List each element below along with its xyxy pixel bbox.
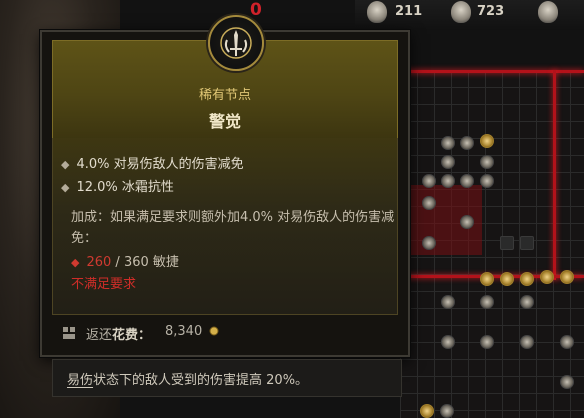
board-node[interactable]	[520, 236, 534, 250]
board-node[interactable]	[441, 155, 455, 169]
board-node[interactable]	[520, 335, 534, 349]
keyword-description: 易伤状态下的敌人受到的伤害提高 20%。	[52, 359, 402, 397]
demon-icon	[538, 1, 558, 23]
stat-line: ◆ 4.0% 对易伤敌人的伤害减免	[61, 157, 244, 172]
board-node[interactable]	[422, 174, 436, 188]
requirement-line: ◆ 260 / 360 敏捷	[71, 255, 179, 270]
board-node[interactable]	[480, 174, 494, 188]
board-border-line	[400, 70, 584, 73]
stat-bullets: ◆ 4.0% 对易伤敌人的伤害减免 ◆ 12.0% 冰霜抗性	[61, 153, 244, 199]
tooltip-header: 稀有节点 警觉	[52, 15, 398, 152]
board-node[interactable]	[480, 134, 494, 148]
board-node[interactable]	[560, 335, 574, 349]
refund-cost: 返还花费： 8,340	[52, 322, 396, 344]
board-node[interactable]	[440, 404, 454, 418]
keyboard-key-icon	[63, 327, 75, 339]
bonus-text: 加成：如果满足要求则额外加4.0% 对易伤敌人的伤害减免：	[71, 210, 395, 246]
bullet-icon: ◆	[61, 158, 70, 171]
board-node[interactable]	[460, 174, 474, 188]
skull-icon	[367, 1, 387, 23]
board-node[interactable]	[460, 215, 474, 229]
keyword-term[interactable]: 易伤	[67, 373, 93, 388]
requirement-required: 360	[123, 255, 149, 270]
board-node[interactable]	[480, 272, 494, 286]
board-node[interactable]	[500, 272, 514, 286]
board-node[interactable]	[422, 236, 436, 250]
board-node[interactable]	[441, 295, 455, 309]
resource-bar: 211 723	[355, 0, 584, 30]
node-title: 警觉	[208, 112, 241, 131]
node-rarity: 稀有节点	[198, 88, 251, 103]
refund-label: 返还花费：	[86, 328, 152, 343]
keyword-description-text: 易伤状态下的敌人受到的伤害提高 20%。	[67, 373, 309, 388]
stat-value: 723	[477, 4, 505, 19]
board-node[interactable]	[480, 335, 494, 349]
sword-crest-icon	[208, 15, 264, 71]
stat-line: ◆ 12.0% 冰霜抗性	[61, 180, 174, 195]
board-node[interactable]	[441, 335, 455, 349]
board-node[interactable]	[480, 155, 494, 169]
board-node[interactable]	[500, 236, 514, 250]
requirement-stat: 敏捷	[152, 255, 179, 270]
bullet-icon: ◆	[61, 181, 70, 194]
node-tooltip: 稀有节点 警觉 ◆ 4.0% 对易伤敌人的伤害减免 ◆ 12.0% 冰霜抗性 加成：…	[40, 15, 410, 357]
board-node[interactable]	[420, 404, 434, 418]
board-node[interactable]	[560, 270, 574, 284]
requirement-warning: 不满足要求	[71, 277, 137, 292]
helm-icon	[451, 1, 471, 23]
board-node[interactable]	[520, 295, 534, 309]
board-node[interactable]	[540, 270, 554, 284]
board-node[interactable]	[441, 174, 455, 188]
board-node[interactable]	[460, 136, 474, 150]
board-border-line	[553, 70, 556, 280]
stat-value: 211	[395, 4, 423, 19]
board-node[interactable]	[520, 272, 534, 286]
board-node[interactable]	[422, 196, 436, 210]
bullet-icon: ◆	[71, 256, 80, 269]
board-node[interactable]	[480, 295, 494, 309]
refund-value: 8,340	[165, 324, 203, 339]
board-node[interactable]	[441, 136, 455, 150]
requirement-current: 260	[86, 255, 112, 270]
gold-coin-icon	[209, 326, 219, 336]
board-node[interactable]	[560, 375, 574, 389]
partial-counter: 0	[250, 0, 262, 20]
